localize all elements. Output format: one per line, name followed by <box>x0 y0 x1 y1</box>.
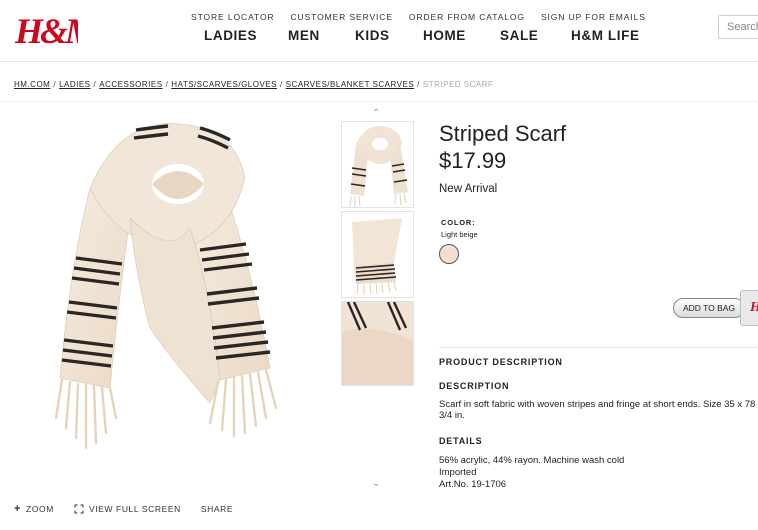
breadcrumb: HM.COM / LADIES / ACCESSORIES / HATS/SCARVES/G… <box>14 80 494 89</box>
nav-men[interactable]: MEN <box>288 28 355 43</box>
chevron-down-icon[interactable]: ⌄ <box>372 478 380 489</box>
zoom-label: ZOOM <box>26 504 54 514</box>
image-tools: + ZOOM VIEW FULL SCREEN SHARE <box>14 503 233 515</box>
breadcrumb-link-ladies[interactable]: LADIES <box>59 80 90 89</box>
product-title: Striped Scarf <box>439 121 567 146</box>
main-nav: LADIES MEN KIDS HOME SALE H&M LIFE <box>204 28 640 43</box>
details-line: 56% acrylic, 44% rayon. Machine wash col… <box>439 455 625 466</box>
site-header: H&M STORE LOCATOR CUSTOMER SERVICE ORDER… <box>0 0 758 62</box>
color-value: Light beige <box>441 230 478 239</box>
store-locator-link[interactable]: STORE LOCATOR <box>191 12 275 22</box>
customer-service-link[interactable]: CUSTOMER SERVICE <box>291 12 393 22</box>
nav-hm-life[interactable]: H&M LIFE <box>571 28 640 43</box>
breadcrumb-link-hats-scarves-gloves[interactable]: HATS/SCARVES/GLOVES <box>171 80 277 89</box>
fullscreen-icon <box>74 504 84 514</box>
share-button[interactable]: SHARE <box>201 503 233 515</box>
thumbnail-1[interactable] <box>341 121 414 208</box>
view-full-screen-label: VIEW FULL SCREEN <box>88 504 181 514</box>
chevron-up-icon[interactable]: ⌃ <box>372 108 380 119</box>
order-catalog-link[interactable]: ORDER FROM CATALOG <box>409 12 525 22</box>
utility-links: STORE LOCATOR CUSTOMER SERVICE ORDER FRO… <box>191 12 646 22</box>
details-line: Imported <box>439 467 477 478</box>
add-to-bag-button[interactable]: ADD TO BAG <box>673 298 745 318</box>
nav-kids[interactable]: KIDS <box>355 28 423 43</box>
breadcrumb-current: STRIPED SCARF <box>422 80 494 89</box>
details-line: Art.No. 19-1706 <box>439 479 507 490</box>
product-description-heading: PRODUCT DESCRIPTION <box>439 357 563 367</box>
nav-sale[interactable]: SALE <box>500 28 571 43</box>
email-signup-link[interactable]: SIGN UP FOR EMAILS <box>541 12 646 22</box>
thumbnail-3[interactable] <box>341 301 414 386</box>
nav-home[interactable]: HOME <box>423 28 500 43</box>
hm-logo[interactable]: H&M <box>14 6 102 52</box>
new-arrival-badge: New Arrival <box>439 183 498 195</box>
breadcrumb-link-accessories[interactable]: ACCESSORIES <box>99 80 162 89</box>
product-main-image[interactable] <box>50 118 290 496</box>
divider <box>0 101 758 102</box>
nav-ladies[interactable]: LADIES <box>204 28 288 43</box>
product-price: $17.99 <box>439 148 507 173</box>
color-label: COLOR: <box>441 218 476 227</box>
thumbnail-2[interactable] <box>341 211 414 298</box>
breadcrumb-link-home[interactable]: HM.COM <box>14 80 50 89</box>
breadcrumb-link-scarves[interactable]: SCARVES/BLANKET SCARVES <box>286 80 414 89</box>
description-title: DESCRIPTION <box>439 381 510 391</box>
color-swatch[interactable] <box>439 244 459 264</box>
divider <box>439 347 758 348</box>
description-text: Scarf in soft fabric with woven stripes … <box>439 399 756 421</box>
bag-logo-mark: H <box>750 300 758 316</box>
plus-icon: + <box>14 503 22 515</box>
search-input[interactable]: Search <box>718 15 758 39</box>
zoom-button[interactable]: + ZOOM <box>14 503 54 515</box>
shopping-bag-icon[interactable]: H <box>740 290 758 326</box>
logo-text: H&M <box>14 11 78 51</box>
details-title: DETAILS <box>439 436 483 446</box>
view-full-screen-button[interactable]: VIEW FULL SCREEN <box>74 503 181 515</box>
